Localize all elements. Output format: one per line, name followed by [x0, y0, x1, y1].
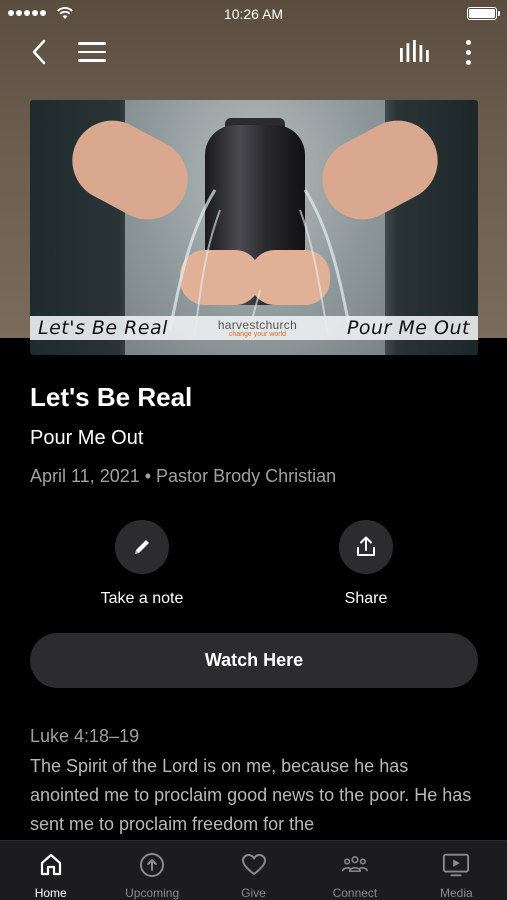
artwork-sermon-title: Pour Me Out: [346, 317, 470, 339]
home-icon: [37, 851, 65, 879]
water-splash-graphic: [168, 189, 352, 339]
pencil-icon: [135, 540, 149, 554]
scripture-reference: Luke 4:18–19: [30, 726, 140, 746]
share-circle[interactable]: [339, 520, 393, 574]
more-options-button[interactable]: [458, 38, 478, 66]
sermon-title: Let's Be Real: [30, 382, 193, 412]
back-button[interactable]: [26, 38, 52, 66]
tab-home[interactable]: Home: [0, 841, 101, 900]
tab-upcoming-label: Upcoming: [125, 886, 180, 900]
sermon-meta: April 11, 2021 • Pastor Brody Christian: [30, 466, 337, 486]
artwork-banner: Let's Be Real harvestchurch change your …: [30, 316, 478, 340]
tab-home-label: Home: [34, 886, 67, 900]
battery-icon: [467, 7, 500, 20]
watch-here-button[interactable]: Watch Here: [30, 633, 478, 688]
scripture-text: The Spirit of the Lord is on me, because…: [30, 756, 472, 834]
take-note-button[interactable]: Take a note: [62, 520, 222, 608]
share-button[interactable]: Share: [286, 520, 446, 608]
hamburger-icon: [78, 42, 106, 45]
tab-media[interactable]: Media: [406, 841, 507, 900]
chevron-left-icon: [32, 39, 46, 65]
tab-connect[interactable]: Connect: [304, 841, 405, 900]
share-icon: [357, 536, 375, 556]
media-icon: [442, 851, 470, 879]
tab-upcoming[interactable]: Upcoming: [101, 841, 202, 900]
tab-media-label: Media: [439, 886, 473, 900]
status-bar: 10:26 AM: [0, 0, 507, 28]
sermon-subtitle: Pour Me Out: [30, 427, 144, 449]
tab-connect-label: Connect: [332, 886, 378, 900]
church-logo: harvestchurch change your world: [217, 317, 298, 338]
sermon-artwork: Let's Be Real harvestchurch change your …: [30, 100, 478, 355]
tab-give-label: Give: [241, 886, 266, 900]
audio-levels-button[interactable]: [398, 38, 430, 66]
tab-give[interactable]: Give: [203, 841, 304, 900]
status-time: 10:26 AM: [223, 6, 284, 22]
heart-icon: [240, 851, 268, 879]
menu-button[interactable]: [78, 39, 108, 65]
take-note-label: Take a note: [100, 590, 184, 607]
upcoming-icon: [138, 851, 166, 879]
more-vertical-icon: [465, 39, 471, 45]
share-label: Share: [344, 590, 388, 607]
people-icon: [341, 851, 369, 879]
take-note-circle[interactable]: [115, 520, 169, 574]
tab-bar: Home Upcoming Give Connect Media: [0, 840, 507, 900]
artwork-series-title: Let's Be Real: [38, 317, 168, 339]
